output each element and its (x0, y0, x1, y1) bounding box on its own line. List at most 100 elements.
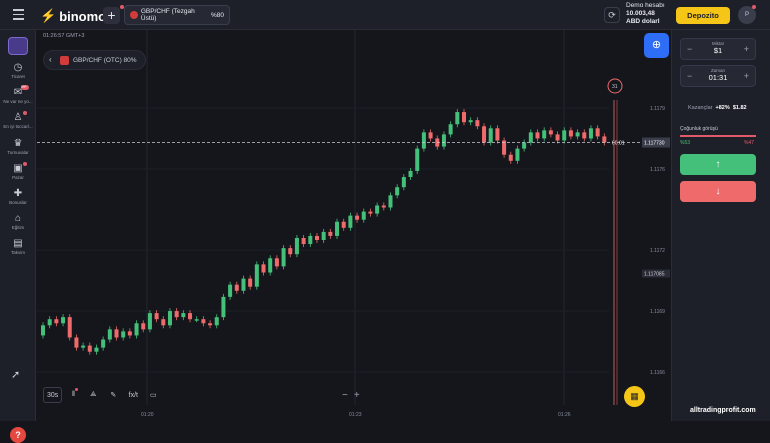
trade-panel: − Miktar $1 + − Zaman 01:31 + Kazançlar … (671, 30, 770, 421)
put-button[interactable]: ↓ (680, 181, 756, 202)
sidebar-item-market[interactable]: ▣ Pazar (0, 163, 36, 180)
indicators-button[interactable]: fx/t (124, 387, 142, 403)
plus-icon[interactable]: + (744, 71, 749, 81)
candle (107, 329, 112, 340)
minus-icon[interactable]: − (687, 71, 692, 81)
rocket-icon[interactable]: ➚ (11, 368, 20, 381)
candle (47, 319, 52, 326)
earnings-percent: +82% (715, 105, 730, 111)
plus-icon[interactable]: + (744, 44, 749, 54)
candle (341, 221, 346, 228)
logo[interactable]: ⚡ binomo (40, 8, 106, 24)
candle (301, 237, 306, 245)
bolt-icon: ⚡ (40, 8, 57, 23)
megaphone-icon: ✉ (13, 87, 23, 98)
candle (67, 317, 72, 338)
sidebar-item-label: Pazar (12, 175, 24, 180)
graduation-icon: ⌂ (14, 213, 22, 224)
sentiment-label: Çoğunluk görüşü (680, 126, 718, 132)
price-chart[interactable]: 1.1179 1.1176 1.1172 1.1169 1.1166 01:20 01:23… (37, 30, 670, 421)
x-tick-label: 01:20 (141, 412, 154, 418)
candle (81, 345, 86, 348)
candle (361, 211, 366, 220)
chart-toolbar: 30s ⫴ ⟁ ✎ fx/t ▭ (43, 387, 162, 403)
sentiment-down: %47 (744, 140, 755, 146)
candle (368, 211, 373, 214)
call-button[interactable]: ↑ (680, 154, 756, 175)
timeframe-button[interactable]: 30s (43, 387, 63, 403)
candle (562, 130, 567, 141)
earnings-row: Kazançlar +82% $1.82 (688, 105, 758, 111)
minus-icon[interactable]: − (687, 44, 692, 54)
menu-icon[interactable] (13, 9, 24, 20)
add-friend-button[interactable]: ⊕ (644, 33, 669, 58)
candle (522, 142, 527, 149)
candle (74, 337, 79, 348)
candle (314, 235, 319, 240)
pencil-icon[interactable]: ✎ (104, 387, 122, 403)
sentiment-up: %53 (680, 140, 691, 146)
candle (441, 134, 446, 147)
bag-icon: ▣ (13, 163, 23, 174)
cup-icon: ♛ (13, 138, 23, 149)
chevron-left-icon: ‹ (49, 55, 52, 64)
asset-tab-percent: %80 (210, 11, 224, 19)
chart-time: 01:26:57 GMT+3 (43, 33, 85, 39)
candle (41, 325, 46, 336)
candle (114, 329, 119, 338)
news-badge: 99+ (21, 85, 29, 90)
candle (101, 339, 106, 348)
sidebar-item-label: Eğitim (11, 225, 25, 230)
asset-tab[interactable]: GBP/CHF (Tezgah Üstü) %80 (124, 5, 230, 25)
candle (54, 319, 59, 324)
asset-thumbnail-icon[interactable] (8, 37, 28, 55)
y-tick-label: 1.1169 (650, 309, 665, 315)
watermark: alltradingprofit.com (690, 407, 756, 414)
sidebar-item-tournaments[interactable]: ♛ Turnuvalar (0, 138, 36, 155)
candle (188, 313, 193, 320)
balance: 10.003,48 (626, 10, 655, 17)
candle (595, 128, 600, 137)
sidebar-item-label: Turnuvalar (7, 150, 29, 155)
sidebar-item-news[interactable]: ✉ Ne var ne yo... (0, 87, 36, 104)
countdown-label: 31 (612, 84, 618, 90)
x-tick-label: 01:23 (349, 412, 362, 418)
asset-tab-label: GBP/CHF (Tezgah Üstü) (140, 8, 195, 22)
candle (141, 323, 146, 330)
calendar-button[interactable]: ▦ (624, 386, 645, 407)
candle (468, 120, 473, 123)
refresh-icon[interactable]: ⟳ (604, 7, 620, 23)
candle (355, 215, 360, 220)
account-label: Demo hesabı (626, 2, 665, 9)
sidebar-item-label: Takvim (10, 250, 25, 255)
sidebar-item-calendar[interactable]: ▤ Takvim (0, 238, 36, 255)
add-asset-button[interactable]: + (103, 7, 120, 24)
chart-area[interactable]: 1.1179 1.1176 1.1172 1.1169 1.1166 01:20 01:23… (37, 30, 670, 421)
candle (528, 132, 533, 143)
candle (582, 132, 587, 139)
candle (381, 205, 386, 208)
chart-type-icon[interactable]: ⫴ (64, 387, 82, 403)
candle (308, 235, 313, 245)
deposit-button[interactable]: Depozito (676, 7, 730, 24)
layout-icon[interactable]: ▭ (144, 387, 162, 403)
flag-icon (60, 55, 69, 65)
sidebar-item-trade[interactable]: ◷ Ticaret (0, 62, 36, 79)
sidebar-item-bonuses[interactable]: ✚ Bonuslar (0, 188, 36, 205)
sidebar-item-top-traders[interactable]: ♙ En iyi tüccarl... (0, 112, 36, 129)
candle (555, 134, 560, 141)
account-switcher[interactable]: Demo hesabı 10.003,48 ABD dolarl (626, 2, 665, 26)
x-tick-label: 01:26 (558, 412, 571, 418)
time-field[interactable]: − Zaman 01:31 + (680, 65, 756, 87)
chart-asset-selector[interactable]: ‹ GBP/CHF (OTC) 80% (43, 50, 146, 70)
candle (294, 237, 299, 255)
drawing-tools-icon[interactable]: ⟁ (84, 387, 102, 403)
amount-field[interactable]: − Miktar $1 + (680, 38, 756, 60)
zoom-in-icon[interactable]: + (354, 390, 360, 401)
zoom-controls: − + (342, 390, 360, 401)
help-button[interactable]: ? (10, 427, 26, 443)
sidebar-item-education[interactable]: ⌂ Eğitim (0, 213, 36, 230)
y-tick-label: 1.1179 (650, 106, 665, 112)
candle (575, 132, 580, 137)
zoom-out-icon[interactable]: − (342, 390, 348, 401)
